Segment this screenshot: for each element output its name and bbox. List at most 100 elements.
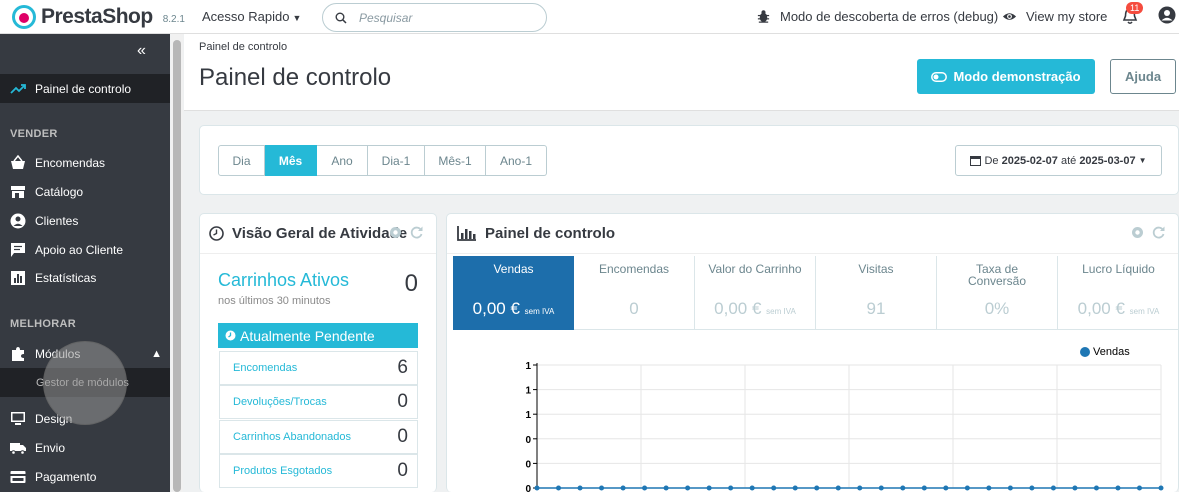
pending-row-returns[interactable]: Devoluções/Trocas 0 — [219, 385, 418, 419]
date-range-from: 2025-02-07 — [1001, 154, 1058, 167]
period-selector-panel: Dia Mês Ano Dia-1 Mês-1 Ano-1 De 2025-02… — [199, 125, 1179, 195]
sidebar-section-improve: MELHORAR — [10, 318, 76, 330]
sidebar-item-customer-service[interactable]: Apoio ao Cliente — [0, 235, 170, 264]
pending-row-value: 0 — [397, 391, 408, 412]
chart-y-tick-label: 0 — [525, 484, 531, 492]
sidebar-item-stats[interactable]: Estatísticas — [0, 263, 170, 292]
period-year-button[interactable]: Ano — [317, 145, 368, 176]
collapse-sidebar-icon[interactable]: « — [137, 42, 146, 60]
chart-y-tick-label: 0 — [525, 459, 531, 470]
chart-data-point — [921, 485, 927, 491]
kpi-row: Vendas 0,00 € sem IVA Encomendas 0 Valor… — [453, 256, 1179, 330]
sidebar-item-orders[interactable]: Encomendas — [0, 148, 170, 177]
kpi-value: 0,00 € sem IVA — [695, 299, 815, 319]
kpi-orders[interactable]: Encomendas 0 — [574, 256, 695, 330]
date-range-picker[interactable]: De 2025-02-07 até 2025-03-07 ▼ — [955, 145, 1162, 176]
desktop-icon — [11, 411, 25, 425]
pending-row-label: Produtos Esgotados — [233, 465, 333, 477]
date-range-separator: até — [1060, 154, 1077, 167]
pending-row-value: 6 — [397, 357, 408, 378]
chart-data-point — [1050, 485, 1056, 491]
search-box[interactable] — [322, 3, 547, 32]
bug-icon — [757, 10, 770, 23]
chart-data-point — [986, 485, 992, 491]
prestashop-logo-icon — [12, 5, 36, 29]
chart-data-point — [1029, 485, 1035, 491]
sidebar-item-customers[interactable]: Clientes — [0, 206, 170, 235]
view-store-link[interactable]: View my store — [1002, 9, 1107, 24]
sidebar-item-label: Painel de controlo — [35, 81, 132, 96]
period-month-button[interactable]: Mês — [265, 145, 317, 176]
period-prev-year-button[interactable]: Ano-1 — [486, 145, 547, 176]
chart-data-point — [663, 485, 669, 491]
clock-icon — [209, 226, 224, 241]
chart-data-point — [943, 485, 949, 491]
pending-row-out-of-stock[interactable]: Produtos Esgotados 0 — [219, 454, 418, 488]
chart-data-point — [857, 485, 863, 491]
kpi-value-suffix: sem IVA — [524, 307, 555, 316]
active-carts-link[interactable]: Carrinhos Ativos — [218, 270, 349, 291]
help-button[interactable]: Ajuda — [1110, 59, 1176, 94]
top-header: PrestaShop 8.2.1 Acesso Rapido▼ Modo de … — [0, 0, 1179, 34]
search-input[interactable] — [359, 10, 529, 25]
pending-row-orders[interactable]: Encomendas 6 — [219, 351, 418, 385]
period-prev-day-button[interactable]: Dia-1 — [368, 145, 425, 176]
sidebar-item-shipping[interactable]: Envio — [0, 433, 170, 462]
configure-icon[interactable] — [1130, 225, 1145, 240]
chart-y-tick-label: 1 — [525, 386, 531, 397]
sales-line-chart: 1 1 1 0 0 0 — [525, 361, 1164, 492]
store-icon — [11, 185, 25, 198]
clock-icon — [225, 330, 236, 341]
sidebar-item-label: Encomendas — [35, 155, 106, 170]
pending-section-title: Atualmente Pendente — [240, 327, 375, 344]
eye-icon — [1002, 13, 1017, 20]
sidebar-item-dashboard[interactable]: Painel de controlo — [0, 74, 170, 103]
chart-data-point — [835, 485, 841, 491]
sidebar-item-label: Envio — [35, 440, 66, 455]
sidebar-item-catalog[interactable]: Catálogo — [0, 177, 170, 206]
kpi-label: Valor do Carrinho — [708, 262, 802, 276]
chart-data-point — [1158, 485, 1164, 491]
demo-mode-button[interactable]: Modo demonstração — [917, 59, 1095, 94]
kpi-label: Encomendas — [598, 262, 670, 276]
user-account-icon[interactable] — [1158, 6, 1176, 24]
chart-data-point — [685, 485, 691, 491]
brand-name: PrestaShop — [41, 5, 153, 28]
refresh-icon[interactable] — [1151, 225, 1166, 240]
chart-data-point — [1007, 485, 1013, 491]
kpi-cart-value[interactable]: Valor do Carrinho 0,00 € sem IVA — [695, 256, 816, 330]
pending-section-header: Atualmente Pendente — [218, 323, 418, 348]
debug-mode-label: Modo de descoberta de erros (debug) — [780, 9, 999, 24]
refresh-icon[interactable] — [409, 225, 424, 240]
kpi-label: Vendas — [493, 262, 534, 276]
credit-card-icon — [10, 470, 26, 483]
chart-legend[interactable]: Vendas — [1080, 346, 1130, 358]
prestashop-logo[interactable]: PrestaShop 8.2.1 — [12, 5, 185, 29]
notifications-badge: 11 — [1126, 2, 1144, 14]
chart-data-point — [964, 485, 970, 491]
kpi-net-profit[interactable]: Lucro Líquido 0,00 € sem IVA — [1058, 256, 1179, 330]
version-label: 8.2.1 — [162, 13, 185, 25]
pending-row-abandoned-carts[interactable]: Carrinhos Abandonados 0 — [219, 420, 418, 454]
active-carts-value: 0 — [404, 270, 418, 297]
sidebar-scrollbar-thumb[interactable] — [173, 40, 181, 492]
pending-row-label: Devoluções/Trocas — [233, 396, 327, 408]
kpi-sales[interactable]: Vendas 0,00 € sem IVA — [453, 256, 574, 330]
breadcrumb[interactable]: Painel de controlo — [199, 41, 287, 53]
debug-mode-link[interactable]: Modo de descoberta de erros (debug) — [756, 9, 998, 24]
kpi-value: 0 — [574, 299, 694, 319]
period-day-button[interactable]: Dia — [218, 145, 265, 176]
caret-down-icon: ▼ — [292, 13, 302, 23]
sidebar-item-payment[interactable]: Pagamento — [0, 462, 170, 491]
sidebar-item-label: Clientes — [35, 213, 79, 228]
period-prev-month-button[interactable]: Mês-1 — [425, 145, 486, 176]
active-carts-subtitle: nos últimos 30 minutos — [218, 295, 331, 307]
configure-icon[interactable] — [388, 225, 403, 240]
kpi-value: 0% — [937, 299, 1057, 319]
quick-access-dropdown[interactable]: Acesso Rapido ▼ — [202, 9, 301, 24]
chart-data-point — [1072, 485, 1078, 491]
kpi-visits[interactable]: Visitas 91 — [816, 256, 937, 330]
kpi-conversion-rate[interactable]: Taxa de Conversão 0% — [937, 256, 1058, 330]
kpi-value: 0,00 € sem IVA — [1058, 299, 1179, 319]
calendar-icon — [970, 156, 982, 166]
